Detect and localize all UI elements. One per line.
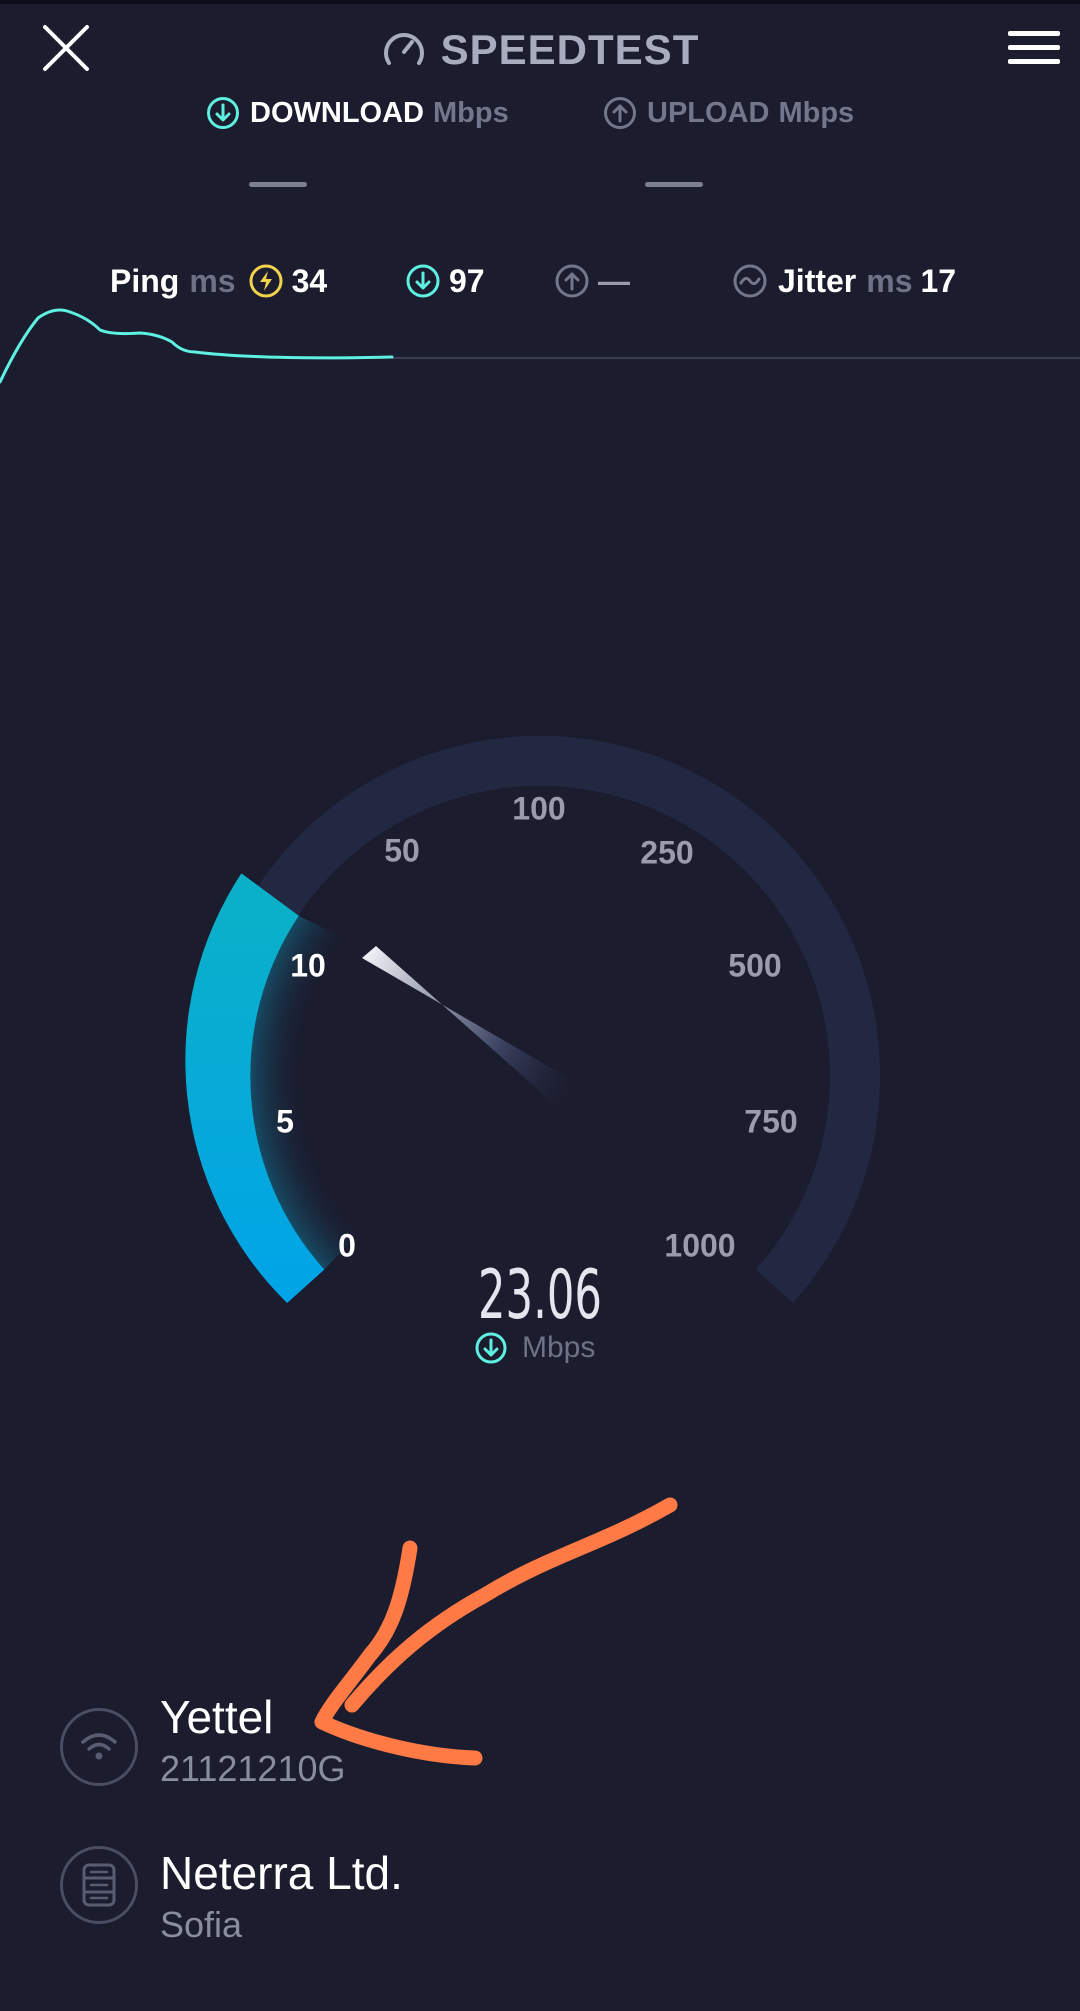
tick-label: 250 bbox=[640, 834, 693, 870]
tick-label: 100 bbox=[512, 790, 565, 826]
gauge-needle bbox=[362, 946, 589, 1118]
server-button[interactable] bbox=[60, 1846, 138, 1924]
arrow-down-circle-icon bbox=[475, 1332, 507, 1364]
tick-label: 750 bbox=[744, 1103, 797, 1139]
tick-label: 1000 bbox=[664, 1227, 735, 1263]
wifi-icon bbox=[81, 1733, 117, 1760]
annotation-arrow bbox=[314, 1497, 678, 1766]
device-name: 21121210G bbox=[160, 1748, 346, 1789]
connection-info[interactable]: Yettel 21121210G bbox=[160, 1690, 346, 1790]
wifi-button[interactable] bbox=[60, 1708, 138, 1786]
server-name: Neterra Ltd. bbox=[160, 1847, 403, 1899]
server-icon bbox=[82, 1863, 116, 1907]
tick-label: 0 bbox=[338, 1227, 356, 1263]
tick-label: 10 bbox=[290, 947, 326, 983]
speed-reading: 23.06 bbox=[478, 1256, 602, 1335]
tick-label: 50 bbox=[384, 832, 420, 868]
ping-graph-line bbox=[0, 308, 394, 384]
server-info[interactable]: Neterra Ltd. Sofia bbox=[160, 1846, 403, 1946]
provider-name: Yettel bbox=[160, 1691, 274, 1743]
speed-reading-unit: Mbps bbox=[522, 1331, 595, 1364]
tick-label: 5 bbox=[276, 1103, 294, 1139]
server-location: Sofia bbox=[160, 1904, 243, 1945]
tick-label: 500 bbox=[728, 947, 781, 983]
